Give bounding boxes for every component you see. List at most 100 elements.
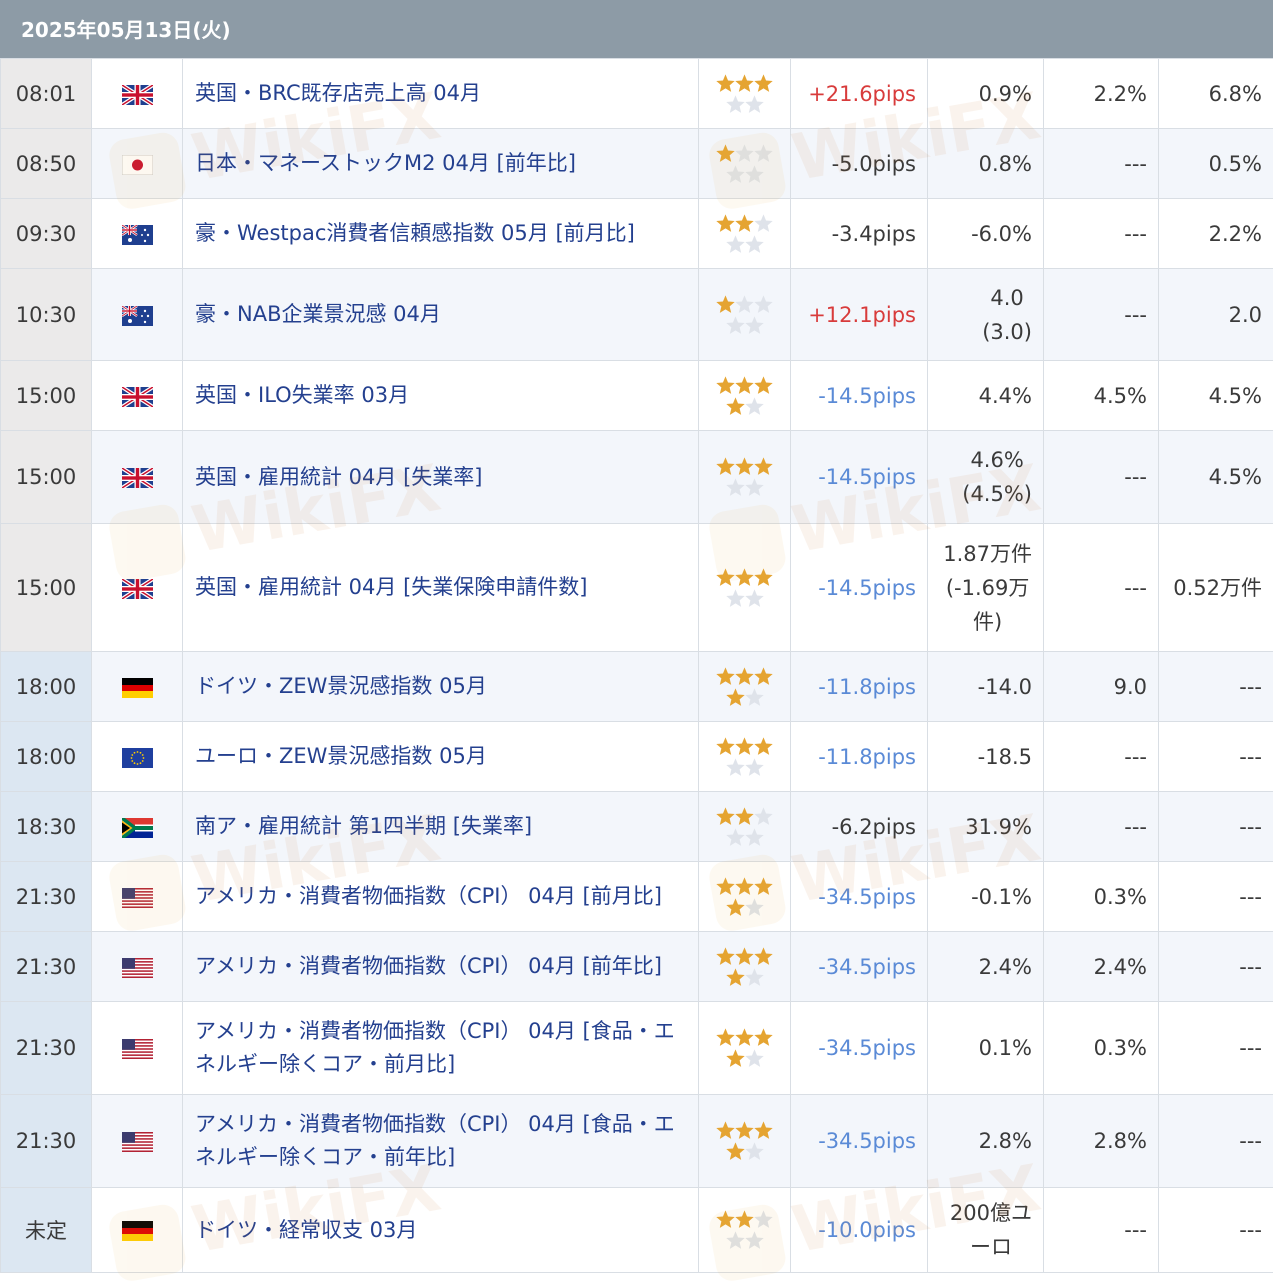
star-filled-icon xyxy=(753,1027,774,1048)
event-name-link[interactable]: 英国・雇用統計 04月 [失業保険申請件数] xyxy=(183,524,699,652)
star-filled-icon xyxy=(715,806,736,827)
table-row[interactable]: 21:30アメリカ・消費者物価指数（CPI） 04月 [食品・エネルギー除くコア… xyxy=(1,1002,1273,1095)
star-empty-icon xyxy=(725,164,746,185)
star-empty-icon xyxy=(744,234,765,255)
forecast-value: 4.5% xyxy=(1044,361,1159,431)
table-row[interactable]: 21:30アメリカ・消費者物価指数（CPI） 04月 [前年比]-34.5pip… xyxy=(1,932,1273,1002)
event-name-link[interactable]: 英国・BRC既存店売上高 04月 xyxy=(183,59,699,129)
event-name-link[interactable]: アメリカ・消費者物価指数（CPI） 04月 [前月比] xyxy=(183,862,699,932)
australia-flag-icon xyxy=(92,199,183,269)
previous-value: --- xyxy=(1159,932,1273,1002)
previous-value: 2.0 xyxy=(1159,269,1273,361)
star-empty-icon xyxy=(744,1141,765,1162)
event-name-link[interactable]: アメリカ・消費者物価指数（CPI） 04月 [食品・エネルギー除くコア・前月比] xyxy=(183,1002,699,1095)
importance-stars xyxy=(699,129,791,199)
uk-flag-icon xyxy=(92,431,183,524)
table-row[interactable]: 08:50日本・マネーストックM2 04月 [前年比]-5.0pips0.8%-… xyxy=(1,129,1273,199)
star-empty-icon xyxy=(725,588,746,609)
event-time: 09:30 xyxy=(1,199,92,269)
star-empty-icon xyxy=(725,757,746,778)
star-filled-icon xyxy=(734,456,755,477)
star-empty-icon xyxy=(753,806,774,827)
event-time: 15:00 xyxy=(1,431,92,524)
economic-calendar-table: 08:01 英国・BRC既存店売上高 04月+21.6pips0.9%2.2%6… xyxy=(0,58,1273,1273)
star-filled-icon xyxy=(725,687,746,708)
forecast-value: 2.8% xyxy=(1044,1095,1159,1188)
star-filled-icon xyxy=(715,946,736,967)
forecast-value: 2.4% xyxy=(1044,932,1159,1002)
forecast-value: 9.0 xyxy=(1044,652,1159,722)
table-row[interactable]: 10:30 豪・NAB企業景況感 04月+12.1pips4.0(3.0)---… xyxy=(1,269,1273,361)
star-filled-icon xyxy=(715,1209,736,1230)
actual-value-line: 31.9% xyxy=(965,815,1032,839)
event-name-link[interactable]: 豪・Westpac消費者信頼感指数 05月 [前月比] xyxy=(183,199,699,269)
actual-value: 4.6%(4.5%) xyxy=(928,431,1044,524)
star-empty-icon xyxy=(744,1230,765,1251)
previous-value: 4.5% xyxy=(1159,431,1273,524)
table-row[interactable]: 21:30アメリカ・消費者物価指数（CPI） 04月 [前月比]-34.5pip… xyxy=(1,862,1273,932)
previous-value: --- xyxy=(1159,722,1273,792)
importance-stars xyxy=(699,431,791,524)
pips-change: -11.8pips xyxy=(791,652,928,722)
previous-value: --- xyxy=(1159,1188,1273,1273)
star-empty-icon xyxy=(725,827,746,848)
actual-value-line: ーロ xyxy=(970,1235,1012,1259)
table-row[interactable]: 08:01 英国・BRC既存店売上高 04月+21.6pips0.9%2.2%6… xyxy=(1,59,1273,129)
actual-value: -6.0% xyxy=(928,199,1044,269)
event-time: 21:30 xyxy=(1,1095,92,1188)
pips-change: -14.5pips xyxy=(791,524,928,652)
event-name-link[interactable]: ユーロ・ZEW景況感指数 05月 xyxy=(183,722,699,792)
uk-flag-icon xyxy=(92,524,183,652)
table-row[interactable]: 15:00 英国・ILO失業率 03月-14.5pips4.4%4.5%4.5% xyxy=(1,361,1273,431)
star-filled-icon xyxy=(734,73,755,94)
event-name-link[interactable]: ドイツ・経常収支 03月 xyxy=(183,1188,699,1273)
table-row[interactable]: 18:00ドイツ・ZEW景況感指数 05月-11.8pips-14.09.0--… xyxy=(1,652,1273,722)
event-name-link[interactable]: 英国・ILO失業率 03月 xyxy=(183,361,699,431)
event-name-link[interactable]: 日本・マネーストックM2 04月 [前年比] xyxy=(183,129,699,199)
event-time: 18:00 xyxy=(1,652,92,722)
event-name-link[interactable]: アメリカ・消費者物価指数（CPI） 04月 [食品・エネルギー除くコア・前年比] xyxy=(183,1095,699,1188)
star-filled-icon xyxy=(734,806,755,827)
us-flag-icon xyxy=(92,1002,183,1095)
us-flag-icon xyxy=(92,932,183,1002)
actual-value-line: 4.6% xyxy=(970,448,1023,472)
event-name-link[interactable]: 豪・NAB企業景況感 04月 xyxy=(183,269,699,361)
star-filled-icon xyxy=(734,876,755,897)
star-filled-icon xyxy=(753,73,774,94)
event-name-link[interactable]: アメリカ・消費者物価指数（CPI） 04月 [前年比] xyxy=(183,932,699,1002)
table-row[interactable]: 18:00ユーロ・ZEW景況感指数 05月-11.8pips-18.5-----… xyxy=(1,722,1273,792)
table-row[interactable]: 09:30 豪・Westpac消費者信頼感指数 05月 [前月比]-3.4pip… xyxy=(1,199,1273,269)
event-name-link[interactable]: ドイツ・ZEW景況感指数 05月 xyxy=(183,652,699,722)
pips-change: -14.5pips xyxy=(791,431,928,524)
forecast-value: --- xyxy=(1044,129,1159,199)
forecast-value: 2.2% xyxy=(1044,59,1159,129)
star-filled-icon xyxy=(753,736,774,757)
australia-flag-icon xyxy=(92,269,183,361)
importance-stars xyxy=(699,524,791,652)
star-filled-icon xyxy=(715,143,736,164)
star-filled-icon xyxy=(734,213,755,234)
previous-value: 0.5% xyxy=(1159,129,1273,199)
star-filled-icon xyxy=(715,1027,736,1048)
table-row[interactable]: 15:00 英国・雇用統計 04月 [失業率] -14.5pips4.6%(4.5… xyxy=(1,431,1273,524)
previous-value: --- xyxy=(1159,792,1273,862)
star-empty-icon xyxy=(744,687,765,708)
star-empty-icon xyxy=(753,294,774,315)
table-row[interactable]: 未定ドイツ・経常収支 03月-10.0pips200億ユーロ------ xyxy=(1,1188,1273,1273)
star-filled-icon xyxy=(715,294,736,315)
event-name-link[interactable]: 英国・雇用統計 04月 [失業率] xyxy=(183,431,699,524)
actual-value: 0.8% xyxy=(928,129,1044,199)
table-row[interactable]: 18:30 南ア・雇用統計 第1四半期 [失業率]-6.2pips31.9%--… xyxy=(1,792,1273,862)
forecast-value: --- xyxy=(1044,199,1159,269)
pips-change: -34.5pips xyxy=(791,862,928,932)
star-filled-icon xyxy=(734,666,755,687)
event-name-link[interactable]: 南ア・雇用統計 第1四半期 [失業率] xyxy=(183,792,699,862)
star-empty-icon xyxy=(744,94,765,115)
star-filled-icon xyxy=(734,1120,755,1141)
table-row[interactable]: 21:30 アメリカ・消費者物価指数（CPI） 04月 [食品・エネルギー除くコア… xyxy=(1,1095,1273,1188)
table-row[interactable]: 15:00 英国・雇用統計 04月 [失業保険申請件数]-14.5pips1.8… xyxy=(1,524,1273,652)
actual-value: 200億ユーロ xyxy=(928,1188,1044,1273)
star-empty-icon xyxy=(744,588,765,609)
star-filled-icon xyxy=(753,567,774,588)
pips-change: -11.8pips xyxy=(791,722,928,792)
